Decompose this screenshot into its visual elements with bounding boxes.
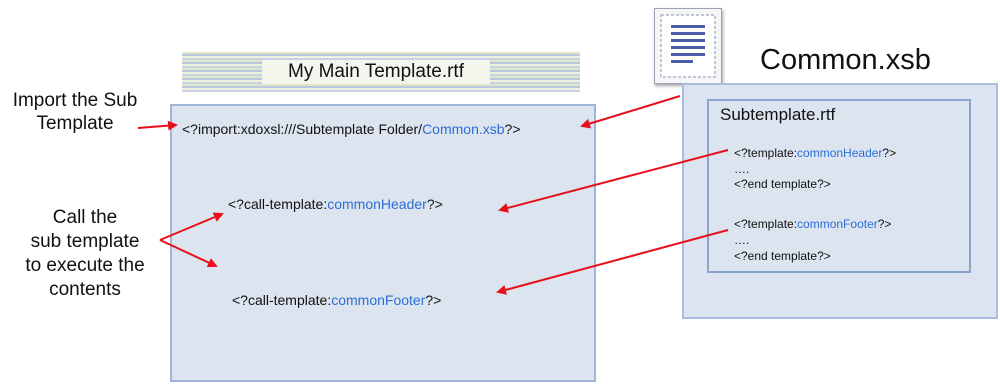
arrow-footer-link xyxy=(496,229,729,295)
arrow-call-footer xyxy=(159,239,218,268)
arrow-import-annotation xyxy=(137,120,178,131)
arrow-common-import xyxy=(580,95,681,129)
arrow-header-link xyxy=(498,149,729,213)
arrows-layer xyxy=(137,95,729,295)
arrow-call-header xyxy=(159,212,224,241)
